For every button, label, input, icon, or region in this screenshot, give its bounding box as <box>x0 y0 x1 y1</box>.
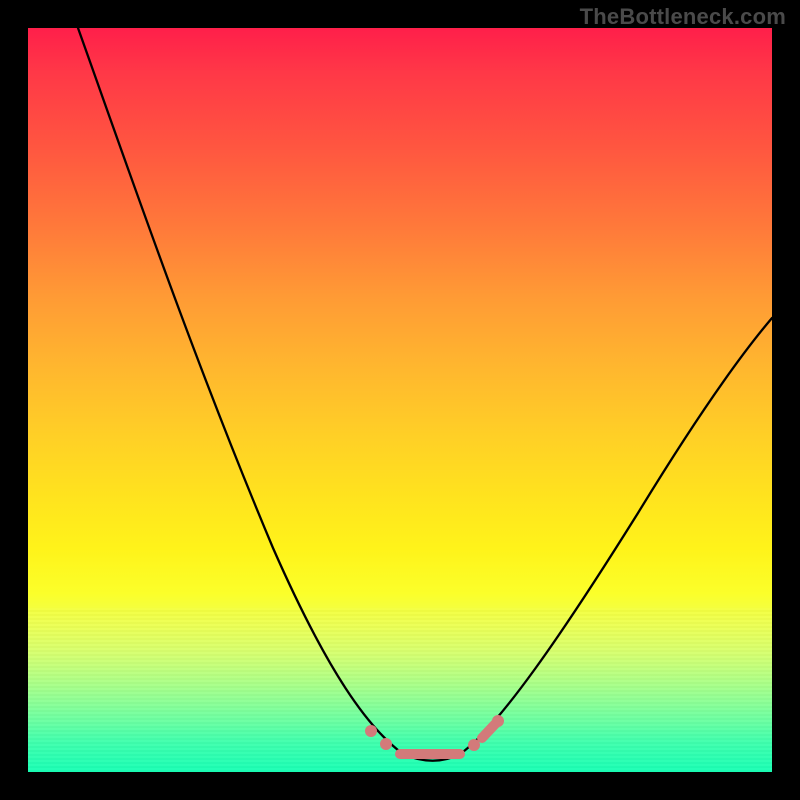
curve-layer <box>28 28 772 772</box>
plot-area <box>28 28 772 772</box>
curve-right <box>460 318 772 754</box>
watermark-label: TheBottleneck.com <box>580 4 786 30</box>
chart-frame: TheBottleneck.com <box>0 0 800 800</box>
curve-left <box>78 28 403 754</box>
valley-indicator <box>365 715 504 754</box>
